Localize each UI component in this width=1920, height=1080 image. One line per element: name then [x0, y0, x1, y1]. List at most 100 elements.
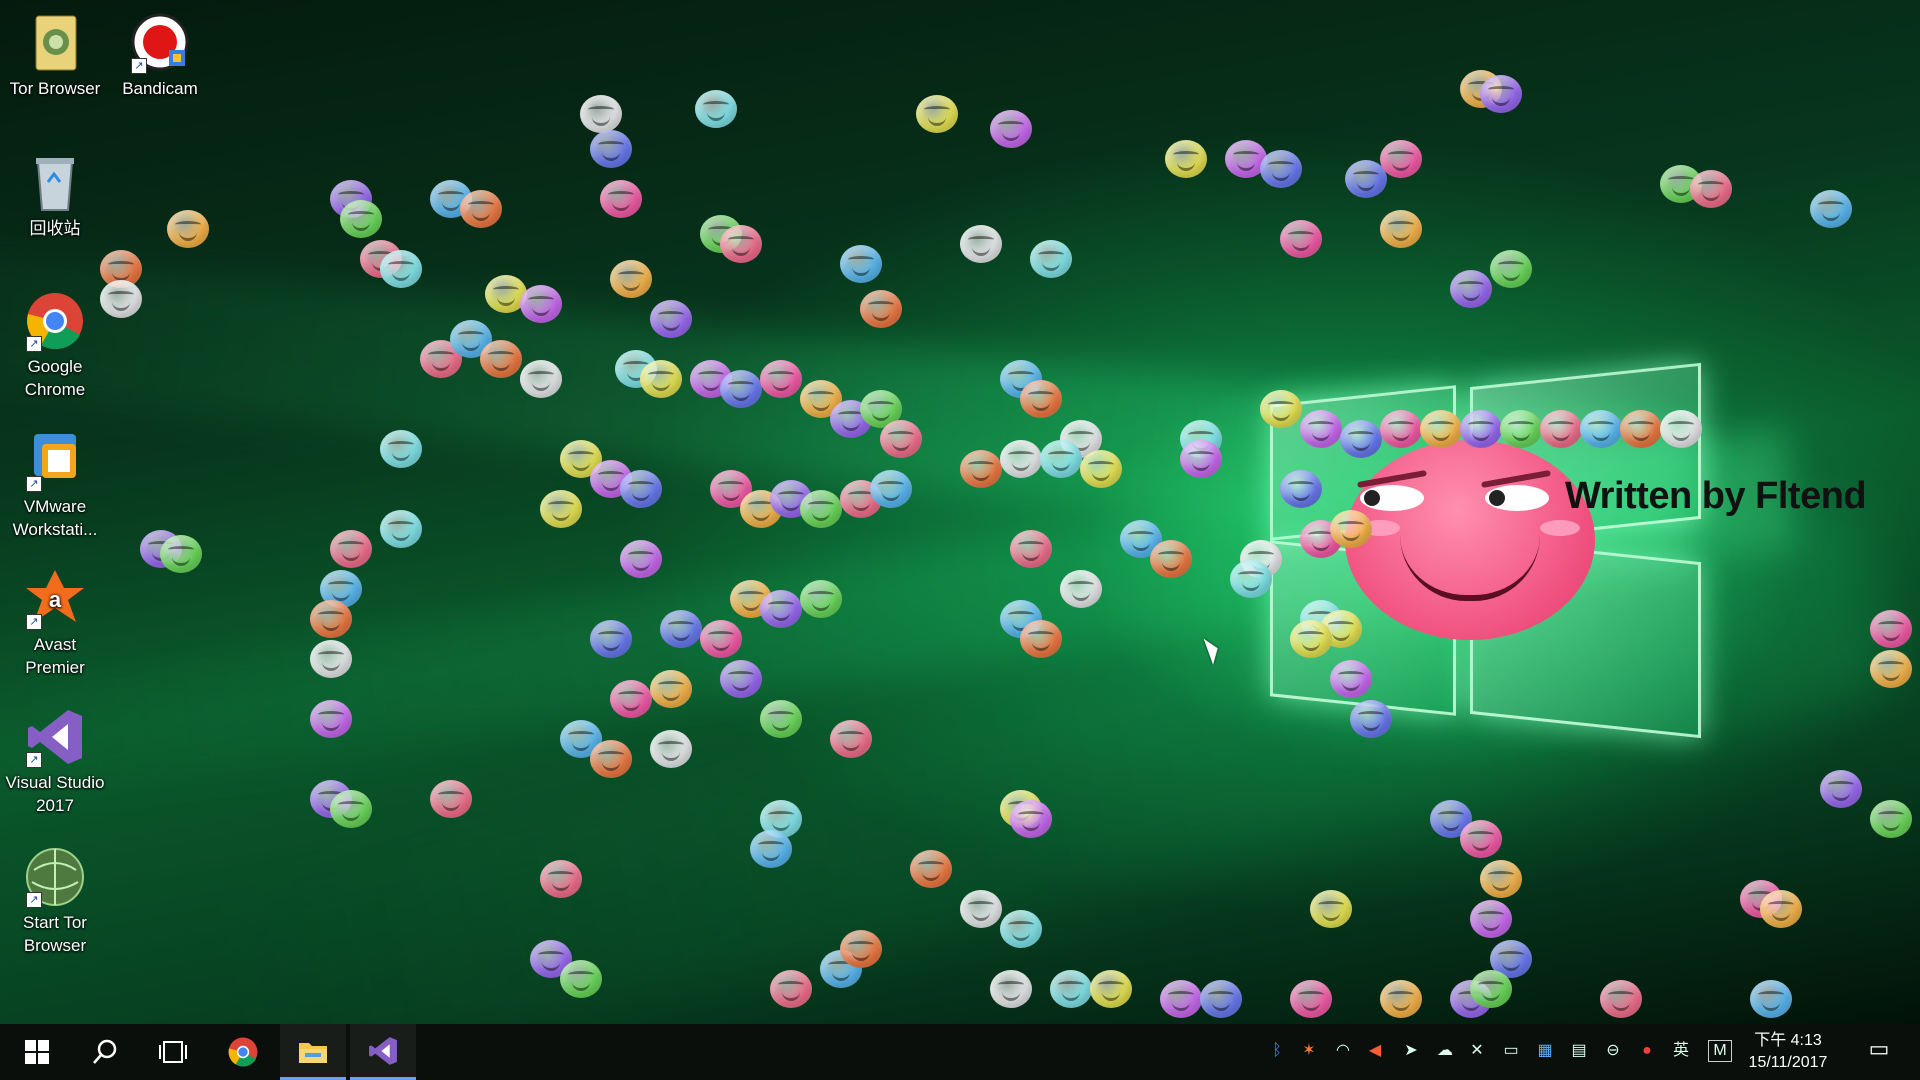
floating-face [1165, 140, 1207, 178]
tor-globe-icon: ↗ [24, 846, 86, 908]
floating-face [1040, 440, 1082, 478]
floating-face [720, 660, 762, 698]
floating-face [1480, 75, 1522, 113]
floating-face [650, 670, 692, 708]
floating-face [1160, 980, 1202, 1018]
floating-face [1470, 900, 1512, 938]
floating-face [1450, 270, 1492, 308]
floating-face [1290, 980, 1332, 1018]
taskbar-chrome-button[interactable] [210, 1024, 276, 1080]
floating-face [520, 360, 562, 398]
search-button[interactable] [72, 1024, 138, 1080]
ime-mode-indicator[interactable]: M [1708, 1040, 1732, 1062]
floating-face [1380, 140, 1422, 178]
desktop-icon-bandicam[interactable]: ↗ Bandicam [110, 12, 210, 101]
floating-face [760, 700, 802, 738]
floating-face [1020, 380, 1062, 418]
floating-face [330, 530, 372, 568]
app-icon[interactable]: ▦ [1534, 1040, 1556, 1062]
floating-face [1420, 410, 1462, 448]
clock-date: 15/11/2017 [1748, 1054, 1828, 1071]
speaker-icon[interactable]: ◀ [1364, 1040, 1386, 1062]
floating-face [1760, 890, 1802, 928]
floating-face [700, 620, 742, 658]
author-caption: Written by Fltend [1565, 475, 1867, 517]
shortcut-arrow-icon: ↗ [26, 336, 42, 352]
floating-face [1000, 440, 1042, 478]
shortcut-arrow-icon: ↗ [131, 58, 147, 74]
floating-face [760, 360, 802, 398]
app-icon[interactable]: ✶ [1298, 1040, 1320, 1062]
app-icon[interactable]: ⊖ [1602, 1040, 1624, 1062]
floating-face [910, 850, 952, 888]
floating-face [1180, 440, 1222, 478]
floating-face [640, 360, 682, 398]
floating-face [830, 720, 872, 758]
floating-face [1010, 800, 1052, 838]
floating-face [540, 490, 582, 528]
floating-face [1380, 410, 1422, 448]
floating-face [1150, 540, 1192, 578]
desktop-icon-avast[interactable]: a ↗ Avast Premier [5, 568, 105, 680]
start-button[interactable] [4, 1024, 70, 1080]
floating-face [167, 210, 209, 248]
floating-face [1500, 410, 1542, 448]
bluetooth-icon[interactable]: ᛒ [1266, 1040, 1288, 1062]
desktop-icon-tor-browser[interactable]: Tor Browser [5, 12, 105, 101]
ime-language-indicator[interactable]: 英 [1670, 1040, 1692, 1062]
floating-face [540, 860, 582, 898]
floating-face [330, 790, 372, 828]
desktop-icon-label: Start Tor Browser [23, 913, 87, 955]
taskbar-file-explorer-button[interactable] [280, 1024, 346, 1080]
floating-face [870, 470, 912, 508]
floating-face [760, 590, 802, 628]
desktop-icon-recycle-bin[interactable]: 回收站 [5, 152, 105, 241]
system-clock[interactable]: 下午 4:13 15/11/2017 [1738, 1030, 1838, 1074]
send-icon[interactable]: ➤ [1400, 1040, 1422, 1062]
mute-icon[interactable]: ✕ [1466, 1040, 1488, 1062]
floating-face [100, 280, 142, 318]
floating-face [310, 600, 352, 638]
floating-face [720, 370, 762, 408]
desktop-icon-vmware[interactable]: ↗ VMware Workstati... [5, 430, 105, 542]
desktop[interactable]: Written by Fltend Tor Browser ↗ Bandicam… [0, 0, 1920, 1024]
floating-face [1260, 390, 1302, 428]
floating-face [1310, 890, 1352, 928]
floating-face [1600, 980, 1642, 1018]
floating-face [1000, 910, 1042, 948]
floating-face [380, 250, 422, 288]
floating-face [1010, 530, 1052, 568]
floating-face [1350, 700, 1392, 738]
svg-text:a: a [49, 587, 62, 612]
desktop-icon-visual-studio[interactable]: ↗ Visual Studio 2017 [5, 706, 105, 818]
vmware-icon: ↗ [24, 430, 86, 492]
task-view-button[interactable] [140, 1024, 206, 1080]
floating-face [610, 260, 652, 298]
floating-face [460, 190, 502, 228]
floating-face [1660, 410, 1702, 448]
shortcut-arrow-icon: ↗ [26, 892, 42, 908]
floating-face [1540, 410, 1582, 448]
shortcut-arrow-icon: ↗ [26, 476, 42, 492]
floating-face [660, 610, 702, 648]
wifi-icon[interactable]: ◠ [1332, 1040, 1354, 1062]
desktop-icon-start-tor-browser[interactable]: ↗ Start Tor Browser [5, 846, 105, 958]
cloud-icon[interactable]: ☁ [1434, 1040, 1456, 1062]
floating-face [340, 200, 382, 238]
floating-face [880, 420, 922, 458]
desktop-icon-label: Tor Browser [9, 79, 101, 98]
windows-start-icon [25, 1040, 49, 1064]
chrome-icon [228, 1037, 258, 1067]
tor-folder-icon [24, 12, 86, 74]
app-icon[interactable]: ▤ [1568, 1040, 1590, 1062]
record-icon[interactable]: ● [1636, 1040, 1658, 1062]
floating-face [1330, 660, 1372, 698]
taskbar-visual-studio-button[interactable] [350, 1024, 416, 1080]
action-center-button[interactable]: ▭ [1862, 1036, 1896, 1066]
floating-face [1870, 610, 1912, 648]
floating-face [800, 490, 842, 528]
floating-face [1200, 980, 1242, 1018]
network-icon[interactable]: ▭ [1500, 1040, 1522, 1062]
desktop-icon-google-chrome[interactable]: ↗ Google Chrome [5, 290, 105, 402]
floating-face [770, 970, 812, 1008]
